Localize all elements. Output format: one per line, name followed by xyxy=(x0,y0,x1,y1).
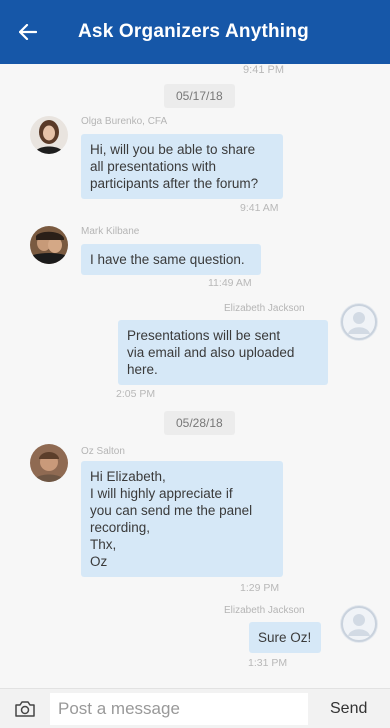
message-bubble[interactable]: I have the same question. xyxy=(81,244,261,275)
avatar[interactable] xyxy=(340,605,378,643)
message-time: 9:41 AM xyxy=(240,202,279,214)
message-bubble[interactable]: Hi Elizabeth, I will highly appreciate i… xyxy=(81,461,283,577)
sender-name: Oz Salton xyxy=(81,446,125,457)
message-time: 2:05 PM xyxy=(116,388,156,400)
send-button[interactable]: Send xyxy=(330,700,367,718)
arrow-left-icon xyxy=(19,24,37,40)
message-bubble[interactable]: Sure Oz! xyxy=(249,622,321,653)
avatar[interactable] xyxy=(340,303,378,341)
camera-icon xyxy=(15,700,35,717)
camera-button[interactable] xyxy=(0,689,50,728)
app-header: Ask Organizers Anything xyxy=(0,0,390,64)
avatar[interactable] xyxy=(30,444,68,482)
avatar[interactable] xyxy=(30,226,68,264)
chat-thread[interactable]: 9:41 PM 05/17/18 Olga Burenko, CFA Hi, w… xyxy=(0,64,390,688)
date-separator: 05/17/18 xyxy=(164,84,235,108)
message-time: 9:41 PM xyxy=(243,64,284,76)
message-time: 1:31 PM xyxy=(248,657,288,669)
sender-name: Elizabeth Jackson xyxy=(224,605,305,616)
message-bubble[interactable]: Hi, will you be able to share all presen… xyxy=(81,134,283,199)
message-bubble[interactable]: Presentations will be sent via email and… xyxy=(118,320,328,385)
sender-name: Mark Kilbane xyxy=(81,226,140,237)
message-composer: Send xyxy=(0,688,390,728)
sender-name: Elizabeth Jackson xyxy=(224,303,305,314)
avatar[interactable] xyxy=(30,116,68,154)
back-button[interactable] xyxy=(0,0,56,64)
message-input[interactable] xyxy=(50,692,308,725)
message-time: 11:49 AM xyxy=(208,277,252,289)
message-time: 1:29 PM xyxy=(240,582,280,594)
page-title: Ask Organizers Anything xyxy=(78,21,309,42)
sender-name: Olga Burenko, CFA xyxy=(81,116,168,127)
date-separator: 05/28/18 xyxy=(164,411,235,435)
